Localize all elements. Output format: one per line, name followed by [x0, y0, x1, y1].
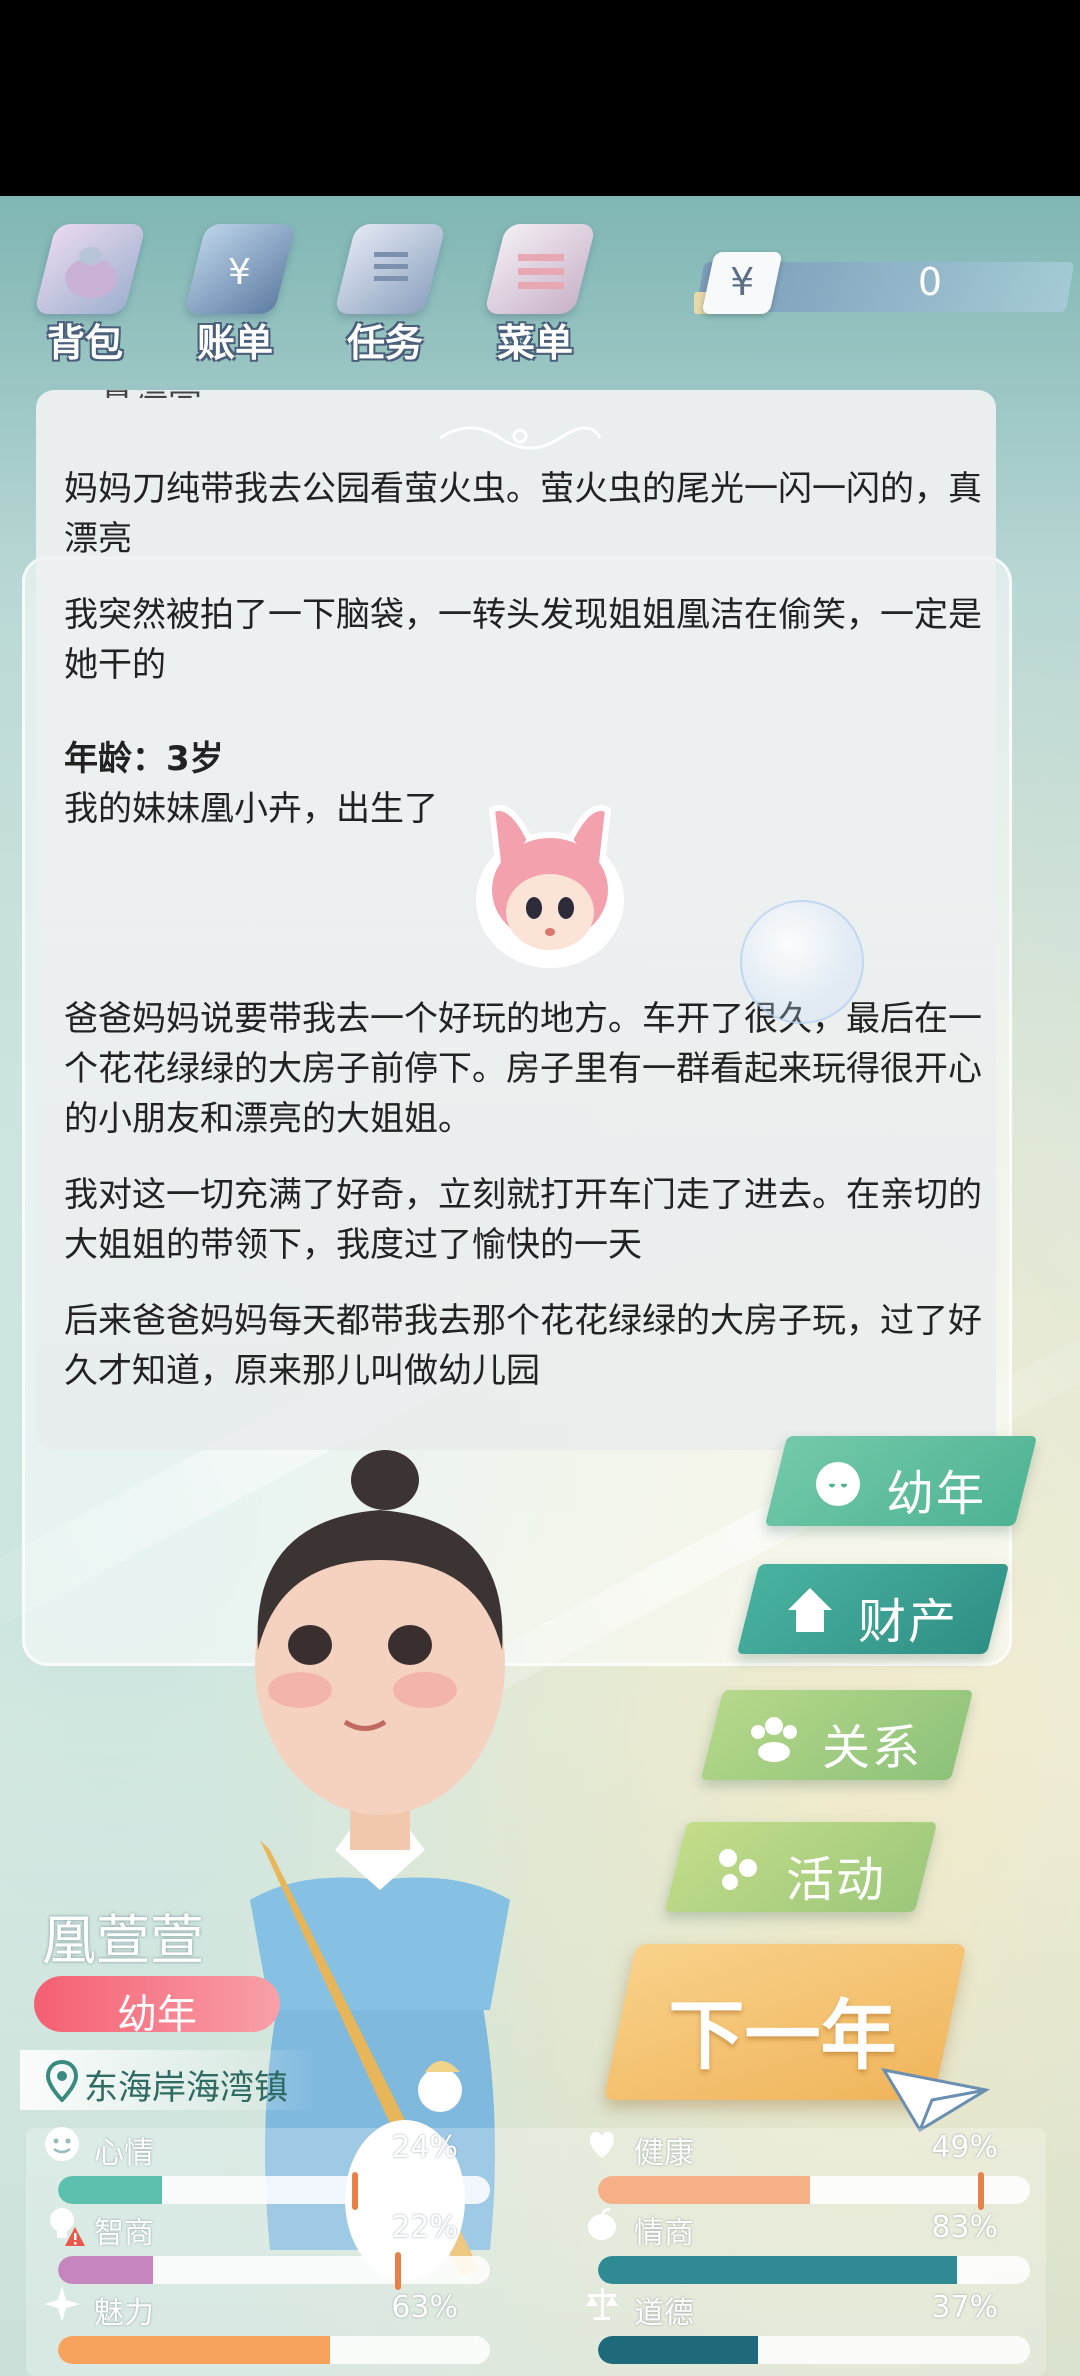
story-text: 真漂亮 — [100, 390, 996, 398]
stat-fill — [58, 2256, 154, 2284]
stat-label: 道德 — [634, 2296, 694, 2331]
stat-track — [58, 2256, 490, 2284]
backpack-button[interactable]: 背包 — [20, 216, 150, 366]
currency-icon: ¥ — [701, 252, 783, 314]
stat-track — [598, 2176, 1030, 2204]
backpack-icon — [65, 247, 117, 298]
stat-value: 49% — [931, 2130, 998, 2165]
stat-value: 63% — [391, 2290, 458, 2325]
menu-button[interactable]: 菜单 — [470, 216, 600, 366]
stat-label: 健康 — [634, 2136, 694, 2171]
property-button[interactable]: 财产 — [736, 1564, 1010, 1654]
stat-fill — [598, 2176, 810, 2204]
ornament-icon — [439, 426, 602, 450]
stat-marker — [978, 2172, 985, 2210]
story-cut-line: 真漂亮 — [100, 390, 996, 398]
stat-4: 情商 83% — [566, 2208, 1030, 2286]
scale-icon — [586, 2288, 618, 2320]
apple-icon — [588, 2208, 616, 2240]
stat-value: 24% — [391, 2130, 458, 2165]
story-paragraph: 妈妈刀纯带我去公园看萤火虫。萤火虫的尾光一闪一闪的，真漂亮 — [64, 469, 982, 559]
stat-track — [58, 2176, 490, 2204]
backpack-label: 背包 — [46, 321, 123, 365]
stat-5: 魅力 63% — [26, 2286, 490, 2366]
story-paragraph: 后来爸爸妈妈每天都带我去那个花花绿绿的大房子玩，过了好久才知道，原来那儿叫做幼儿… — [64, 1301, 982, 1391]
stat-6: 道德 37% — [566, 2288, 1030, 2366]
task-icon — [374, 252, 408, 281]
dots-icon — [719, 1849, 757, 1890]
stat-track — [58, 2336, 490, 2364]
heart-icon — [589, 2132, 615, 2158]
stat-label: 情商 — [634, 2216, 694, 2251]
stat-3: 智商 22% — [26, 2208, 490, 2290]
life-stage-button[interactable]: 幼年 — [764, 1436, 1038, 1526]
bill-button[interactable]: ¥ 账单 — [170, 216, 300, 366]
stat-fill — [58, 2336, 331, 2364]
stat-label: 智商 — [94, 2216, 154, 2251]
stat-1: 心情 24% — [26, 2127, 490, 2210]
smiley-icon — [45, 2127, 79, 2161]
stat-fill — [598, 2336, 758, 2364]
story-paragraph: 我突然被拍了一下脑袋，一转头发现姐姐凰洁在偷笑，一定是她干的 — [64, 595, 982, 685]
stat-track — [598, 2336, 1030, 2364]
stat-value: 22% — [391, 2210, 458, 2245]
life-stage-badge: 幼年 — [34, 1976, 280, 2038]
character-name: 凰萱萱 — [42, 1909, 204, 1972]
location-tag: 东海岸海湾镇 — [20, 2050, 320, 2110]
stat-label: 心情 — [94, 2136, 154, 2171]
stat-marker — [394, 2252, 401, 2290]
story-paragraph: 爸爸妈妈说要带我去一个好玩的地方。车开了很久，最后在一个花花绿绿的大房子前停下。… — [64, 999, 982, 1139]
location-pin-icon — [46, 2060, 78, 2102]
stat-fill — [58, 2176, 162, 2204]
baby-face-icon — [816, 1462, 860, 1506]
task-button[interactable]: 任务 — [320, 216, 450, 366]
money-value: 0 — [917, 260, 943, 304]
stat-value: 83% — [931, 2210, 998, 2245]
stat-label: 魅力 — [94, 2296, 154, 2331]
stat-marker — [351, 2172, 358, 2210]
story-paragraph: 我对这一切充满了好奇，立刻就打开车门走了进去。在亲切的大姐姐的带领下，我度过了愉… — [64, 1175, 982, 1265]
stat-track — [598, 2256, 1030, 2284]
house-icon — [788, 1588, 832, 1632]
menu-icon — [518, 254, 564, 289]
bubble-icon[interactable] — [740, 900, 864, 1024]
warning-icon — [65, 2227, 85, 2246]
people-icon — [751, 1717, 797, 1762]
bill-label: 账单 — [196, 321, 273, 365]
svg-text:¥: ¥ — [228, 252, 251, 293]
relationship-button[interactable]: 关系 — [700, 1690, 974, 1780]
stat-2: 健康 49% — [566, 2128, 1030, 2210]
activity-button[interactable]: 活动 — [664, 1822, 938, 1912]
age-heading: 年龄：3岁 — [64, 739, 224, 779]
bill-icon: ¥ — [228, 252, 251, 293]
stat-value: 37% — [931, 2290, 998, 2325]
menu-label: 菜单 — [496, 321, 573, 365]
task-label: 任务 — [346, 321, 423, 365]
stat-fill — [598, 2256, 957, 2284]
sibling-avatar — [476, 805, 624, 968]
sparkle-icon — [44, 2286, 80, 2322]
